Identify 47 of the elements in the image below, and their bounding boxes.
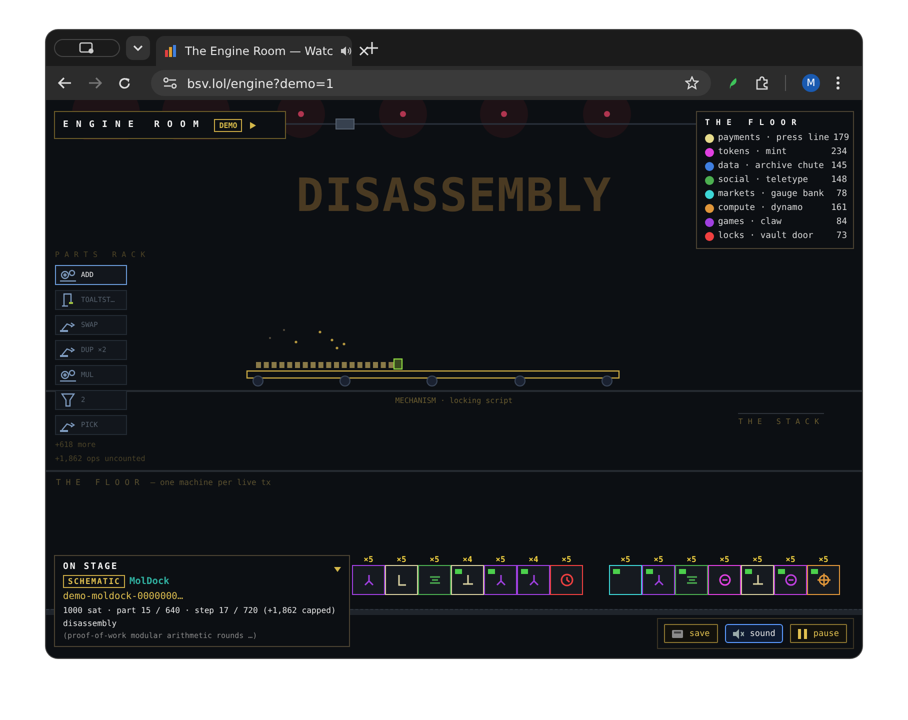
multiplier-label: ×5: [654, 555, 664, 564]
machine-phase: disassembly: [63, 618, 118, 628]
address-field[interactable]: bsv.lol/engine?demo=1: [151, 70, 711, 96]
multiplier-label: ×5: [818, 555, 828, 564]
multiplier-label: ×5: [686, 555, 696, 564]
category-label: compute · dynamo: [718, 203, 803, 213]
category-label: payments · press line: [718, 133, 830, 143]
category-count: 161: [831, 203, 847, 213]
category-label: markets · gauge bank: [718, 189, 824, 199]
category-count: 179: [833, 133, 850, 143]
legend-title: THE FLOOR: [705, 118, 804, 127]
control-button[interactable]: pause: [790, 624, 847, 643]
category-count: 234: [831, 147, 847, 157]
machine-id: demo-moldock-0000000…: [63, 591, 184, 602]
multiplier-label: ×5: [430, 555, 440, 564]
category-label: games · claw: [718, 217, 782, 227]
multiplier-label: ×5: [396, 555, 406, 564]
multiplier-label: ×4: [462, 555, 472, 564]
control-button[interactable]: save: [664, 624, 718, 643]
category-count: 148: [831, 175, 847, 185]
multiplier-label: ×4: [528, 555, 538, 564]
category-count: 73: [836, 231, 847, 241]
multiplier-label: ×5: [786, 555, 796, 564]
category-count: 78: [836, 189, 847, 199]
scene-headline: DISASSEMBLY: [296, 168, 612, 222]
multiplier-label: ×5: [720, 555, 730, 564]
multiplier-label: ×5: [496, 555, 506, 564]
category-count: 84: [836, 217, 847, 227]
multiplier-label: ×5: [620, 555, 630, 564]
machine-stats: 1000 sat · part 15 / 640 · step 17 / 720 (+1,862 capped): [63, 605, 337, 615]
multiplier-label: ×5: [364, 555, 374, 564]
floor-subtitle: — one machine per live tx: [150, 478, 271, 487]
profile-avatar[interactable]: M: [802, 74, 820, 92]
category-label: social · teletype: [718, 175, 808, 185]
tab-title: The Engine Room — Watc: [185, 44, 334, 58]
category-label: locks · vault door: [718, 231, 814, 241]
multiplier-label: ×5: [752, 555, 762, 564]
category-label: data · archive chute: [718, 161, 824, 171]
schematic-badge: SCHEMATIC: [63, 575, 126, 588]
floor-title: THE FLOOR: [56, 478, 144, 487]
multiplier-label: ×5: [562, 555, 572, 564]
control-button[interactable]: sound: [724, 624, 784, 643]
category-label: tokens · mint: [718, 147, 787, 157]
category-count: 145: [831, 161, 847, 171]
on-stage-title: ON STAGE: [63, 562, 118, 572]
app-title: ENGINE ROOM: [63, 120, 206, 130]
machine-name: MolDock: [129, 576, 170, 587]
